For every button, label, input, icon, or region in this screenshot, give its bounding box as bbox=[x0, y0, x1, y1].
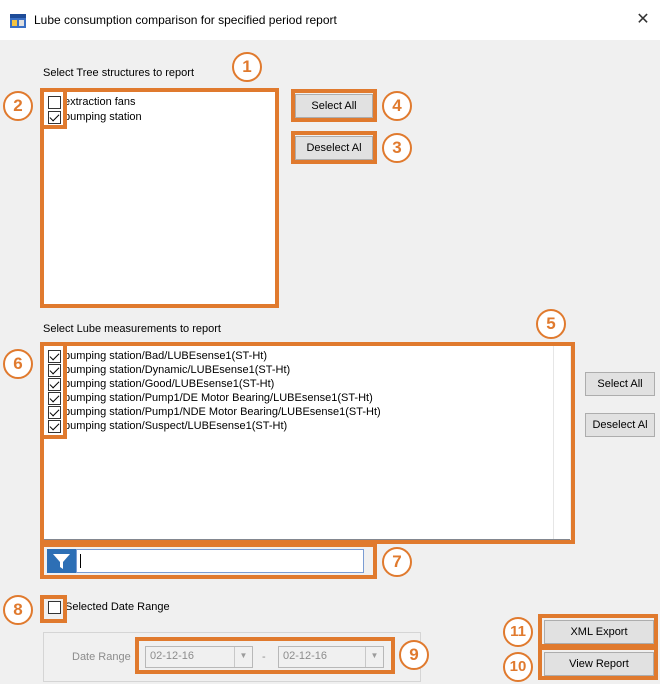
callout-frame-tree-checkboxes bbox=[40, 88, 67, 129]
date-range-label: Date Range bbox=[72, 651, 131, 663]
callout-frame-date-range bbox=[135, 637, 395, 674]
tree-section-label: Select Tree structures to report bbox=[43, 67, 195, 79]
app-icon bbox=[10, 14, 26, 28]
callout-badge-10: 10 bbox=[503, 652, 533, 682]
callout-badge-6: 6 bbox=[3, 349, 33, 379]
callout-frame-tree-select-all bbox=[291, 89, 377, 122]
callout-frame-view-report bbox=[538, 646, 658, 680]
callout-badge-7: 7 bbox=[382, 547, 412, 577]
callout-frame-filter bbox=[40, 543, 377, 579]
callout-badge-1: 1 bbox=[232, 52, 262, 82]
window-title: Lube consumption comparison for specifie… bbox=[34, 13, 337, 27]
close-icon[interactable]: ✕ bbox=[633, 9, 653, 31]
callout-frame-xml-export bbox=[538, 614, 658, 648]
callout-badge-2: 2 bbox=[3, 91, 33, 121]
callout-frame-tree-list bbox=[40, 88, 279, 308]
callout-badge-9: 9 bbox=[399, 640, 429, 670]
date-range-checkbox-label: Selected Date Range bbox=[65, 601, 170, 613]
title-bar: Lube consumption comparison for specifie… bbox=[0, 0, 660, 40]
callout-badge-11: 11 bbox=[503, 617, 533, 647]
callout-badge-3: 3 bbox=[382, 133, 412, 163]
lube-select-all-button[interactable]: Select All bbox=[585, 372, 655, 396]
callout-frame-date-checkbox bbox=[40, 595, 67, 623]
callout-badge-4: 4 bbox=[382, 91, 412, 121]
callout-frame-tree-deselect-all bbox=[291, 131, 377, 164]
callout-frame-lube-checkboxes bbox=[40, 342, 67, 439]
callout-frame-lube-list bbox=[40, 342, 575, 544]
lube-section-label: Select Lube measurements to report bbox=[43, 323, 221, 335]
callout-badge-8: 8 bbox=[3, 595, 33, 625]
lube-deselect-all-button[interactable]: Deselect Al bbox=[585, 413, 655, 437]
callout-badge-5: 5 bbox=[536, 309, 566, 339]
